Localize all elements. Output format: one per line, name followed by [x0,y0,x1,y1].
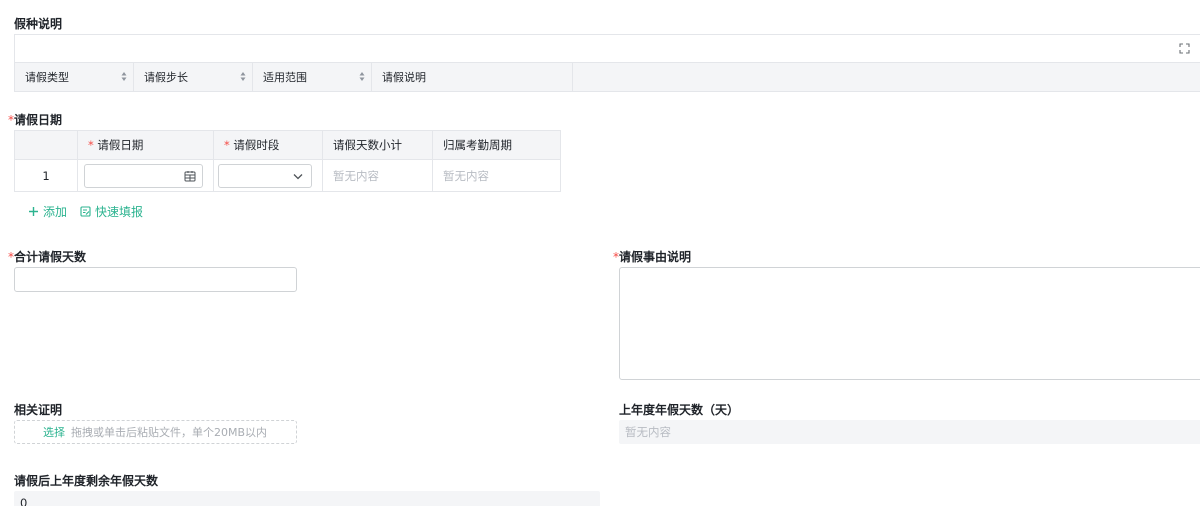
column-header-period: * 请假时段 [213,130,323,160]
date-cell [77,159,214,192]
column-label: 适用范围 [263,71,307,84]
leave-types-toolbar [15,35,1200,63]
required-mark: * [88,138,94,152]
reason-title: *请假事由说明 [613,248,691,265]
leave-types-table: 请假类型 请假步长 适用范围 请假说明 [14,34,1200,92]
column-label: 请假步长 [144,71,188,84]
prev-annual-title: 上年度年假天数（天） [619,403,740,417]
column-label: 请假日期 [97,138,144,152]
upload-hint: 拖拽或单击后粘贴文件，单个20MB以内 [71,426,268,439]
reason-label: 请假事由说明 [619,250,692,264]
attachment-title: 相关证明 [14,403,63,417]
column-label: 请假类型 [25,71,69,84]
remaining-value: 0 [14,491,600,506]
table-row: 1 暂无内容 暂无内容 [14,159,561,192]
leave-types-header: 请假类型 请假步长 适用范围 请假说明 [15,63,1200,91]
column-header-leave-type[interactable]: 请假类型 [15,63,134,91]
file-upload-dropzone[interactable]: 选择 拖拽或单击后粘贴文件，单个20MB以内 [14,420,297,444]
sort-icon[interactable] [359,71,365,82]
cycle-cell: 暂无内容 [432,159,561,192]
column-header-days-subtotal: 请假天数小计 [322,130,433,160]
chevron-down-icon [293,173,303,179]
row-index: 1 [14,159,78,192]
leave-dates-title: *请假日期 [8,111,62,128]
prev-annual-value: 暂无内容 [619,420,1200,444]
column-label: 请假说明 [382,71,426,84]
add-row-button[interactable]: 添加 [28,203,67,220]
column-header-leave-step[interactable]: 请假步长 [134,63,253,91]
total-days-title: *合计请假天数 [8,248,86,265]
leave-dates-label: 请假日期 [14,113,63,127]
reason-textarea[interactable] [619,267,1200,380]
quick-fill-label: 快速填报 [95,205,144,219]
remaining-title: 请假后上年度剩余年假天数 [14,474,159,488]
column-header-filler [573,63,1200,91]
column-header-index [14,130,78,160]
total-days-input[interactable] [14,267,297,292]
quick-fill-button[interactable]: 快速填报 [80,203,143,220]
column-label: 请假时段 [233,138,280,152]
sort-icon[interactable] [121,71,127,82]
column-header-date: * 请假日期 [77,130,214,160]
select-file-link[interactable]: 选择 [43,424,65,440]
sort-icon[interactable] [240,71,246,82]
column-header-scope[interactable]: 适用范围 [253,63,372,91]
leave-types-title: 假种说明 [14,17,63,31]
calendar-icon[interactable] [184,170,196,182]
plus-icon [29,207,38,216]
column-header-description[interactable]: 请假说明 [372,63,573,91]
required-mark: * [224,138,230,152]
date-picker-input[interactable] [84,163,203,188]
fullscreen-icon[interactable] [1179,43,1190,54]
period-select[interactable] [218,163,312,188]
edit-form-icon [80,206,91,217]
total-days-label: 合计请假天数 [14,250,87,264]
table-header-row: * 请假日期 * 请假时段 请假天数小计 归属考勤周期 [14,130,561,160]
period-cell [213,159,323,192]
add-row-label: 添加 [43,205,68,219]
days-subtotal-cell: 暂无内容 [322,159,433,192]
leave-dates-table: * 请假日期 * 请假时段 请假天数小计 归属考勤周期 1 暂无内容 暂无内容 [14,130,561,192]
column-header-cycle: 归属考勤周期 [432,130,561,160]
